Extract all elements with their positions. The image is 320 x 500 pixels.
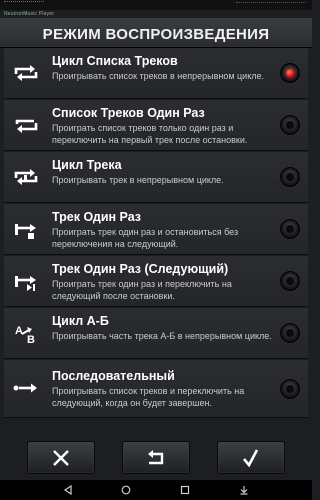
mode-description: Проигрывать список треков в непрерывном …	[52, 71, 265, 81]
close-icon	[53, 449, 69, 466]
mode-row-repeat-all[interactable]: Цикл Списка Треков Проигрывать список тр…	[4, 48, 308, 99]
mode-row-sequential[interactable]: Последовательный Проигрывать список трек…	[4, 360, 308, 418]
mode-description: Проиграть список треков только один раз …	[52, 123, 248, 145]
repeat-one-icon	[14, 169, 38, 185]
app-name: NeutronMusic Player	[4, 11, 55, 17]
back-nav-icon[interactable]	[63, 485, 73, 495]
mode-row-repeat-one[interactable]: Цикл Трека Проигрывать трек в непрерывно…	[4, 152, 308, 203]
mode-description: Проигрывать часть трека А-Б в непрерывно…	[52, 331, 272, 341]
mode-row-playlist-once[interactable]: Список Треков Один Раз Проиграть список …	[4, 100, 308, 151]
dialog-header: РЕЖИМ ВОСПРОИЗВЕДЕНИЯ	[0, 18, 312, 48]
mode-row-track-once-next[interactable]: Трек Один Раз (Следующий) Проиграть трек…	[4, 256, 308, 307]
mode-row-ab-loop[interactable]: A B Цикл А-Б Проигрывать часть трека А-Б…	[4, 308, 308, 359]
track-once-stop-icon	[15, 224, 36, 239]
sequential-icon	[13, 383, 37, 393]
cancel-button[interactable]	[27, 441, 95, 474]
status-left-icons	[4, 1, 44, 5]
ab-loop-icon: A B	[15, 325, 35, 344]
mode-name: Трек Один Раз (Следующий)	[52, 262, 229, 276]
mode-description: Проигрывать список треков и переключить …	[52, 386, 245, 408]
mode-radio[interactable]	[280, 271, 300, 291]
mode-name: Список Треков Один Раз	[52, 106, 205, 120]
mode-name: Цикл Списка Треков	[52, 54, 178, 68]
mode-radio[interactable]	[280, 219, 300, 239]
playlist-once-icon	[15, 119, 38, 133]
undo-icon	[148, 449, 164, 464]
mode-description: Проиграть трек один раз и остановиться б…	[52, 227, 239, 249]
mode-radio[interactable]	[280, 323, 300, 343]
mode-radio-selected[interactable]	[280, 63, 300, 83]
mode-name: Цикл Трека	[52, 158, 122, 172]
mode-name: Цикл А-Б	[52, 314, 109, 328]
download-nav-icon[interactable]	[239, 485, 249, 495]
mode-radio[interactable]	[280, 379, 300, 399]
mode-radio[interactable]	[280, 115, 300, 135]
repeat-all-icon	[14, 65, 38, 81]
svg-text:B: B	[27, 334, 35, 344]
mode-row-track-once-stop[interactable]: Трек Один Раз Проиграть трек один раз и …	[4, 204, 308, 255]
confirm-button[interactable]	[217, 441, 285, 474]
mode-radio[interactable]	[280, 167, 300, 187]
mode-name: Последовательный	[52, 369, 175, 383]
status-right-icons	[236, 2, 306, 6]
status-bar	[0, 0, 312, 10]
mode-description: Проиграть трек один раз и переключить на…	[52, 279, 232, 301]
mode-description: Проигрывать трек в непрерывном цикле.	[52, 175, 224, 185]
mode-name: Трек Один Раз	[52, 210, 142, 224]
dialog-title: РЕЖИМ ВОСПРОИЗВЕДЕНИЯ	[42, 26, 270, 43]
checkmark-icon	[243, 448, 259, 467]
svg-text:A: A	[15, 325, 23, 337]
home-nav-icon[interactable]	[121, 485, 131, 495]
track-once-next-icon	[15, 276, 36, 291]
system-navbar	[0, 480, 312, 500]
reset-button[interactable]	[122, 441, 190, 474]
recents-nav-icon[interactable]	[180, 485, 190, 495]
